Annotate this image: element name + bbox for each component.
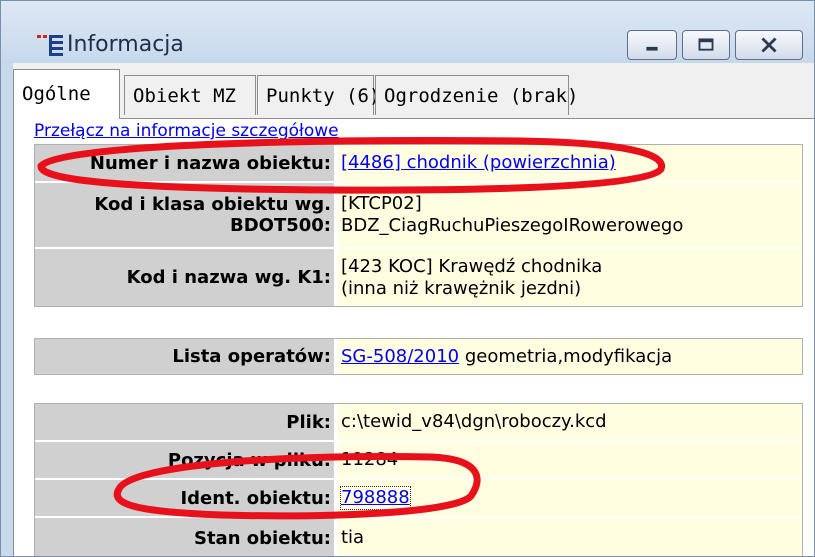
label-numer: Numer i nazwa obiektu: bbox=[35, 145, 336, 181]
row-ident: Ident. obiektu: 798888 bbox=[35, 480, 802, 516]
operaty-group: Lista operatów: SG-508/2010 geometria,mo… bbox=[34, 338, 803, 375]
window-title: Informacja bbox=[67, 32, 184, 57]
object-number-link[interactable]: [4486] chodnik (powierzchnia) bbox=[341, 152, 616, 174]
file-info-group: Plik: c:\tewid_v84\dgn\roboczy.kcd Pozyc… bbox=[34, 403, 803, 556]
close-button[interactable] bbox=[735, 30, 803, 60]
row-k1: Kod i nazwa wg. K1: [423 KOC] Krawędź ch… bbox=[35, 249, 802, 306]
row-numer: Numer i nazwa obiektu: [4486] chodnik (p… bbox=[35, 145, 802, 181]
value-ident: 798888 bbox=[338, 480, 802, 516]
value-pozycja: 11284 bbox=[338, 442, 802, 478]
label-operaty: Lista operatów: bbox=[35, 339, 336, 374]
value-plik: c:\tewid_v84\dgn\roboczy.kcd bbox=[338, 404, 802, 440]
value-stan: tia bbox=[338, 518, 802, 556]
row-operaty: Lista operatów: SG-508/2010 geometria,mo… bbox=[35, 339, 802, 374]
operat-description: geometria,modyfikacja bbox=[459, 345, 673, 367]
title-bar[interactable]: Informacja bbox=[1, 1, 814, 63]
object-info-group: Numer i nazwa obiektu: [4486] chodnik (p… bbox=[34, 144, 803, 307]
value-kod-bdot-code: [KTCP02] bbox=[341, 193, 422, 214]
tab-ogolne[interactable]: Ogólne bbox=[13, 69, 120, 119]
row-pozycja: Pozycja w pliku: 11284 bbox=[35, 442, 802, 478]
maximize-button[interactable] bbox=[682, 30, 730, 60]
operat-link[interactable]: SG-508/2010 bbox=[341, 346, 459, 368]
minimize-button[interactable] bbox=[627, 30, 677, 60]
label-kod-bdot-line1: Kod i klasa obiektu wg. bbox=[94, 194, 331, 215]
label-plik: Plik: bbox=[35, 404, 336, 440]
label-kod-bdot: Kod i klasa obiektu wg. BDOT500: bbox=[35, 183, 336, 247]
tab-ogrodzenie[interactable]: Ogrodzenie (brak) bbox=[375, 75, 578, 115]
row-kod-bdot: Kod i klasa obiektu wg. BDOT500: [KTCP02… bbox=[35, 183, 802, 247]
list-icon bbox=[37, 35, 63, 56]
minimize-icon bbox=[646, 46, 658, 51]
label-stan: Stan obiektu: bbox=[35, 518, 336, 556]
detail-toggle-link[interactable]: Przełącz na informacje szczegółowe bbox=[34, 121, 339, 141]
tab-punkty[interactable]: Punkty (6) bbox=[257, 75, 380, 115]
value-k1: [423 KOC] Krawędź chodnika (inna niż kra… bbox=[338, 249, 802, 306]
close-icon bbox=[761, 37, 777, 53]
label-k1: Kod i nazwa wg. K1: bbox=[35, 249, 336, 306]
value-numer: [4486] chodnik (powierzchnia) bbox=[338, 145, 802, 181]
value-kod-bdot-class: BDZ_CiagRuchuPieszegoIRowerowego bbox=[341, 215, 684, 236]
label-kod-bdot-line2: BDOT500: bbox=[229, 215, 331, 236]
value-operaty: SG-508/2010 geometria,modyfikacja bbox=[338, 339, 802, 374]
object-ident-link[interactable]: 798888 bbox=[340, 486, 411, 510]
row-stan: Stan obiektu: tia bbox=[35, 518, 802, 556]
label-pozycja: Pozycja w pliku: bbox=[35, 442, 336, 478]
tab-obiekt-mz[interactable]: Obiekt MZ bbox=[124, 75, 256, 115]
info-window: Informacja Ogólne Obiekt MZ Punkty (6) O… bbox=[0, 0, 815, 557]
label-ident: Ident. obiektu: bbox=[35, 480, 336, 516]
value-kod-bdot: [KTCP02] BDZ_CiagRuchuPieszegoIRoweroweg… bbox=[338, 183, 802, 247]
row-plik: Plik: c:\tewid_v84\dgn\roboczy.kcd bbox=[35, 404, 802, 440]
maximize-icon bbox=[698, 38, 714, 51]
